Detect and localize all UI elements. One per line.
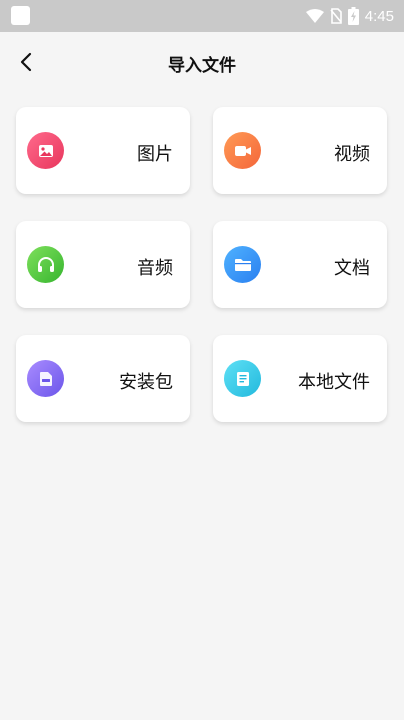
header: 导入文件 xyxy=(0,32,404,94)
category-label: 音频 xyxy=(137,258,173,279)
category-label: 文档 xyxy=(334,258,370,279)
folder-icon xyxy=(224,246,261,283)
category-card-local-files[interactable]: 本地文件 xyxy=(213,335,387,422)
image-icon xyxy=(27,132,64,169)
category-label: 图片 xyxy=(137,144,173,165)
battery-charging-icon xyxy=(347,7,359,25)
status-time: 4:45 xyxy=(364,7,394,25)
category-label: 本地文件 xyxy=(298,372,370,393)
category-label: 安装包 xyxy=(119,372,173,393)
category-card-audio[interactable]: 音频 xyxy=(16,221,190,308)
no-sim-icon xyxy=(330,8,342,24)
category-card-images[interactable]: 图片 xyxy=(16,107,190,194)
notification-icon xyxy=(11,6,30,25)
category-card-apk[interactable]: 安装包 xyxy=(16,335,190,422)
headphones-icon xyxy=(27,246,64,283)
video-icon xyxy=(224,132,261,169)
category-card-videos[interactable]: 视频 xyxy=(213,107,387,194)
category-label: 视频 xyxy=(334,144,370,165)
page-title: 导入文件 xyxy=(168,56,236,76)
wifi-icon xyxy=(305,9,324,23)
status-icons: 4:45 xyxy=(305,5,394,27)
status-bar: 4:45 xyxy=(0,0,404,32)
file-icon xyxy=(224,360,261,397)
apk-icon xyxy=(27,360,64,397)
category-card-documents[interactable]: 文档 xyxy=(213,221,387,308)
